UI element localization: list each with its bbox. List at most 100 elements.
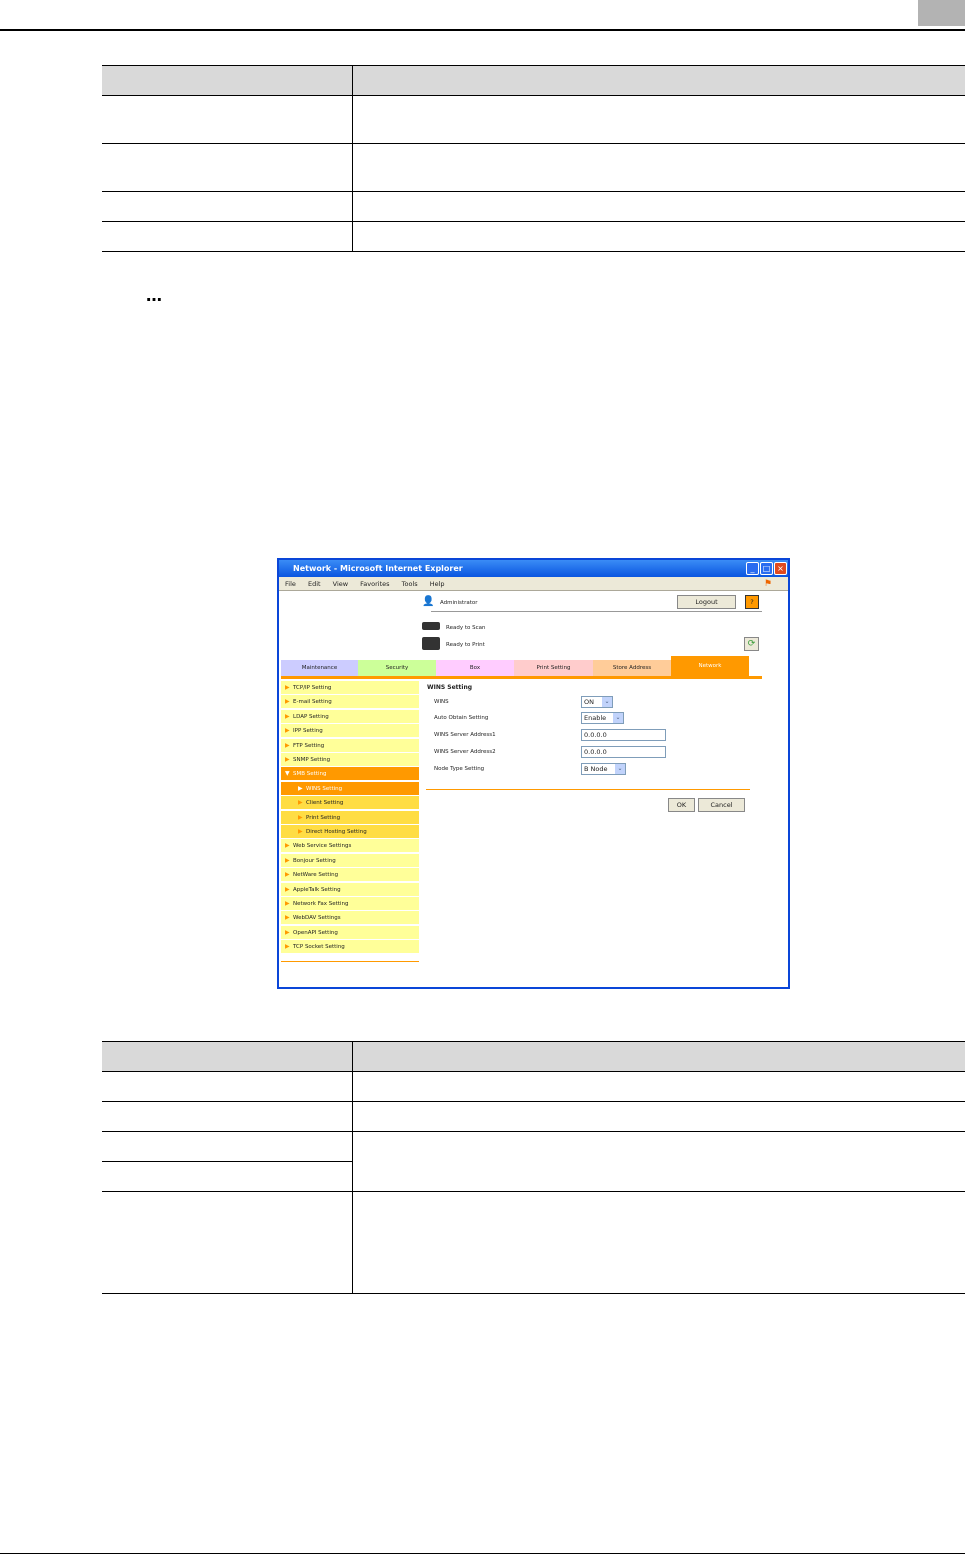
header-rule [0, 29, 965, 31]
tab-box[interactable]: Box [436, 660, 514, 676]
sidebar-item[interactable]: ▶ WINS Setting [281, 781, 419, 796]
windows-logo-icon: ⚑ [763, 579, 772, 589]
sidebar-item[interactable]: ▶ Print Setting [281, 810, 419, 825]
tab-store-address[interactable]: Store Address [593, 660, 671, 676]
lower-table [102, 1041, 965, 1294]
sidebar-item-label: TCP/IP Setting [293, 685, 332, 691]
node-type-select[interactable]: B Node ⌄ [581, 763, 626, 775]
auto-obtain-value: Enable [584, 714, 607, 722]
header-cell [352, 65, 965, 96]
table-cell [352, 1191, 965, 1294]
triangle-right-icon: ▶ [285, 698, 290, 706]
sidebar-item-label: Bonjour Setting [293, 857, 336, 864]
menu-tools[interactable]: Tools [402, 580, 418, 588]
wins-label: WINS [434, 699, 449, 705]
sidebar-item[interactable]: ▶ Client Setting [281, 796, 419, 811]
sidebar-bottom-rule [281, 961, 419, 962]
node-type-label: Node Type Setting [434, 766, 485, 772]
close-button[interactable]: × [774, 562, 787, 575]
tab-security[interactable]: Security [358, 660, 436, 676]
tab-network[interactable]: Network [671, 656, 749, 676]
triangle-right-icon: ▶ [285, 928, 290, 936]
sidebar-item-label: Web Service Settings [293, 843, 352, 850]
triangle-right-icon: ▶ [285, 712, 290, 720]
wins-server2-label: WINS Server Address2 [434, 749, 496, 755]
sidebar-item[interactable]: ▼ SMB Setting [281, 767, 419, 782]
wins-select[interactable]: ON ⌄ [581, 696, 613, 708]
sidebar-item[interactable]: ▶ FTP Setting [281, 738, 419, 753]
sidebar-item[interactable]: ▶ AppleTalk Setting [281, 882, 419, 897]
footer-rule [0, 1553, 965, 1554]
table-cell [102, 221, 353, 252]
sidebar-item-label: Client Setting [306, 800, 344, 807]
sidebar-item[interactable]: ▶ Direct Hosting Setting [281, 825, 419, 839]
table-cell [102, 191, 353, 222]
title-bar: Network - Microsoft Internet Explorer [279, 560, 788, 577]
table-cell [102, 143, 353, 192]
triangle-right-icon: ▶ [298, 813, 303, 821]
table-cell [352, 1101, 965, 1132]
logout-button[interactable]: Logout [677, 595, 736, 609]
header-cell [352, 1041, 965, 1072]
header-cell [102, 1041, 353, 1072]
sidebar-item-label: OpenAPI Setting [293, 929, 338, 936]
triangle-right-icon: ▶ [285, 900, 290, 907]
menu-edit[interactable]: Edit [308, 580, 321, 588]
sidebar-item[interactable]: ▶ TCP/IP Setting [281, 681, 419, 695]
ok-button[interactable]: OK [668, 798, 695, 812]
table-cell [102, 1101, 353, 1132]
table-cell [352, 95, 965, 144]
sidebar-item[interactable]: ▶ IPP Setting [281, 724, 419, 739]
sidebar-item[interactable]: ▶ Network Fax Setting [281, 897, 419, 911]
menu-view[interactable]: View [333, 580, 348, 588]
tab-print-setting[interactable]: Print Setting [514, 660, 593, 676]
window-title: Network - Microsoft Internet Explorer [293, 564, 463, 573]
triangle-right-icon: ▶ [285, 943, 290, 951]
table-cell [102, 1071, 353, 1102]
triangle-right-icon: ▶ [285, 885, 290, 893]
triangle-right-icon: ▶ [298, 799, 303, 807]
help-button[interactable]: ? [745, 595, 759, 609]
sidebar-item-label: Direct Hosting Setting [306, 829, 367, 835]
sidebar-item[interactable]: ▶ WebDAV Settings [281, 911, 419, 926]
sidebar-item[interactable]: ▶ SNMP Setting [281, 753, 419, 767]
menu-bar: File Edit View Favorites Tools Help ⚑ [279, 577, 788, 591]
sidebar-item[interactable]: ▶ LDAP Setting [281, 709, 419, 724]
chevron-down-icon: ⌄ [615, 764, 625, 774]
sidebar-item-label: E-mail Setting [293, 699, 332, 706]
divider [431, 611, 762, 612]
table-cell [352, 1071, 965, 1102]
sidebar-item[interactable]: ▶ Web Service Settings [281, 839, 419, 854]
table-cell [102, 1191, 353, 1294]
triangle-right-icon: ▶ [285, 756, 290, 763]
form-rule [426, 789, 750, 790]
menu-favorites[interactable]: Favorites [360, 580, 389, 588]
wins-server2-input[interactable]: 0.0.0.0 [581, 746, 666, 758]
wins-server1-input[interactable]: 0.0.0.0 [581, 729, 666, 741]
sidebar-item-label: IPP Setting [293, 728, 323, 735]
sidebar-item-label: LDAP Setting [293, 713, 329, 720]
ellipsis-marker: … [146, 286, 162, 305]
triangle-right-icon: ▶ [298, 784, 303, 792]
maximize-button[interactable]: □ [760, 562, 773, 575]
sidebar-item-label: WebDAV Settings [293, 915, 341, 922]
printer-icon [422, 637, 440, 650]
sidebar-item[interactable]: ▶ OpenAPI Setting [281, 925, 419, 940]
sidebar-item[interactable]: ▶ TCP Socket Setting [281, 940, 419, 955]
menu-help[interactable]: Help [430, 580, 445, 588]
chevron-down-icon: ⌄ [602, 697, 612, 707]
administrator-icon: 👤 [422, 596, 435, 607]
tab-maintenance[interactable]: Maintenance [281, 660, 358, 676]
sidebar-item[interactable]: ▶ Bonjour Setting [281, 853, 419, 868]
auto-obtain-select[interactable]: Enable ⌄ [581, 712, 624, 724]
sidebar-item[interactable]: ▶ E-mail Setting [281, 695, 419, 710]
sidebar-item-label: NetWare Setting [293, 872, 339, 879]
sidebar-item[interactable]: ▶ NetWare Setting [281, 868, 419, 883]
header-cell [102, 65, 353, 96]
minimize-button[interactable]: _ [746, 562, 759, 575]
page-tab-marker [918, 0, 965, 26]
menu-file[interactable]: File [285, 580, 296, 588]
refresh-button[interactable]: ⟳ [744, 637, 759, 651]
table-cell [352, 221, 965, 252]
cancel-button[interactable]: Cancel [698, 798, 745, 812]
